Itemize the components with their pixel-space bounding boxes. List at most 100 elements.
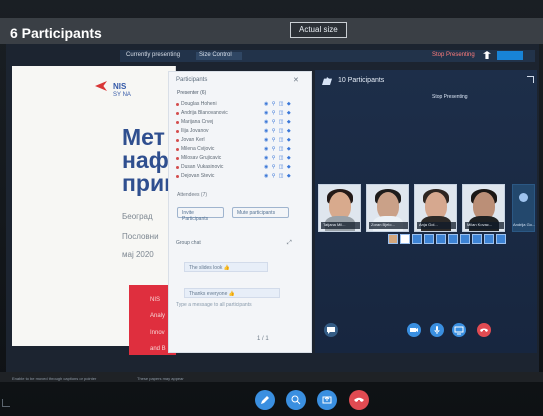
video-tile-name: Milan Kovac... bbox=[465, 222, 504, 229]
avatar-name: Andrija Go... bbox=[513, 222, 536, 227]
panel-footer: 1 / 1 bbox=[257, 336, 269, 342]
video-tile-name: Tatjana Mil... bbox=[321, 222, 360, 229]
thumbnail[interactable] bbox=[460, 234, 470, 244]
share-screen-icon[interactable] bbox=[452, 323, 466, 337]
hang-up-icon[interactable] bbox=[349, 390, 369, 410]
thumbnail[interactable] bbox=[472, 234, 482, 244]
microphone-icon[interactable] bbox=[430, 323, 444, 337]
participant-row[interactable]: Milena Cvijovic ◉ ⚲ ◫ ◆ bbox=[176, 146, 301, 154]
participant-controls[interactable]: ◉ ⚲ ◫ ◆ bbox=[264, 137, 298, 143]
participant-row[interactable]: Dusan Vukasinovic ◉ ⚲ ◫ ◆ bbox=[176, 164, 301, 172]
participant-row[interactable]: Dejovan Stevic ◉ ⚲ ◫ ◆ bbox=[176, 173, 301, 181]
bottom-status-left: Enable to be moved through captions or p… bbox=[12, 376, 97, 381]
share-icon[interactable] bbox=[317, 390, 337, 410]
presenting-label: Currently presenting bbox=[126, 52, 181, 58]
slide-red-text-3: Innov bbox=[150, 330, 165, 336]
participant-row[interactable]: Andrija Blanovanovic ◉ ⚲ ◫ ◆ bbox=[176, 110, 301, 118]
participant-controls[interactable]: ◉ ⚲ ◫ ◆ bbox=[264, 146, 298, 152]
collapse-icon[interactable] bbox=[527, 76, 534, 83]
slide-red-text-1: NIS bbox=[150, 297, 161, 303]
participant-row[interactable]: Jovan Kerl ◉ ⚲ ◫ ◆ bbox=[176, 137, 301, 145]
video-tile[interactable]: Milan Kovac... bbox=[462, 184, 505, 232]
participant-name: Milosav Grujicavic bbox=[181, 155, 222, 161]
chat-input[interactable]: Type a message to all participants bbox=[176, 302, 252, 308]
slide-logo-text: NIS bbox=[113, 82, 127, 91]
invite-participants-button[interactable]: Invite Participants bbox=[177, 207, 224, 222]
pen-icon[interactable] bbox=[255, 390, 275, 410]
presenter-section-title: Presenter (6) bbox=[177, 90, 207, 96]
corner-marker bbox=[2, 399, 10, 407]
status-dot-icon bbox=[176, 112, 179, 115]
chat-icon[interactable] bbox=[324, 323, 338, 337]
thumbnail[interactable] bbox=[424, 234, 434, 244]
participant-controls[interactable]: ◉ ⚲ ◫ ◆ bbox=[264, 173, 298, 179]
participant-name: Andrija Blanovanovic bbox=[181, 110, 228, 116]
status-dot-icon bbox=[176, 103, 179, 106]
participant-row[interactable]: Milosav Grujicavic ◉ ⚲ ◫ ◆ bbox=[176, 155, 301, 163]
participant-row[interactable]: Marijana Crvej ◉ ⚲ ◫ ◆ bbox=[176, 119, 301, 127]
avatar bbox=[519, 193, 528, 202]
status-dot-icon bbox=[176, 130, 179, 133]
thumbnail-strip bbox=[388, 234, 512, 244]
stage-title: 10 Participants bbox=[338, 77, 385, 84]
video-tile[interactable]: Anja Gol... bbox=[414, 184, 457, 232]
participant-name: Jovan Kerl bbox=[181, 137, 205, 143]
stage-controls bbox=[315, 320, 537, 348]
slide-red-text-4: and B bbox=[150, 346, 166, 352]
slide-logo-subtitle: SY NA bbox=[113, 92, 131, 98]
close-icon[interactable]: ✕ bbox=[293, 76, 299, 84]
participant-name: Douglas Hoheni bbox=[181, 101, 217, 107]
status-dot-icon bbox=[176, 166, 179, 169]
slide-red-text-2: Analy bbox=[150, 313, 166, 319]
thumbnail[interactable] bbox=[436, 234, 446, 244]
popout-icon[interactable]: ⤢ bbox=[287, 240, 292, 247]
video-tile[interactable]: Zoran Bjelo... bbox=[366, 184, 409, 232]
status-dot-icon bbox=[176, 148, 179, 151]
actual-size-button[interactable]: Actual size bbox=[290, 22, 347, 38]
thumbnail[interactable] bbox=[496, 234, 506, 244]
mute-participants-button[interactable]: Mute participants bbox=[232, 207, 289, 218]
participant-name: Dusan Vukasinovic bbox=[181, 164, 224, 170]
slide-text-line-3: мај 2020 bbox=[122, 250, 154, 259]
participant-controls[interactable]: ◉ ⚲ ◫ ◆ bbox=[264, 119, 298, 125]
slide-text-line-2: Пословни bbox=[122, 232, 159, 241]
participant-name: Marijana Crvej bbox=[181, 119, 214, 125]
participant-row[interactable]: Ilija Jovanov ◉ ⚲ ◫ ◆ bbox=[176, 128, 301, 136]
size-control-dropdown[interactable]: Size Control bbox=[196, 52, 242, 60]
thumbnail[interactable] bbox=[484, 234, 494, 244]
stop-presenting-button[interactable]: Stop Presenting bbox=[432, 52, 475, 58]
participant-name: Ilija Jovanov bbox=[181, 128, 209, 134]
end-call-icon[interactable] bbox=[477, 323, 491, 337]
thumbnail[interactable] bbox=[448, 234, 458, 244]
participant-controls[interactable]: ◉ ⚲ ◫ ◆ bbox=[264, 128, 298, 134]
participant-controls[interactable]: ◉ ⚲ ◫ ◆ bbox=[264, 101, 298, 107]
window-title: 6 Participants bbox=[10, 25, 102, 41]
participant-controls[interactable]: ◉ ⚲ ◫ ◆ bbox=[264, 155, 298, 161]
status-dot-icon bbox=[176, 175, 179, 178]
chat-title: Group chat bbox=[176, 240, 201, 246]
chat-message: Thanks everyone 👍 bbox=[184, 288, 280, 298]
slide-text-line-1: Београд bbox=[122, 212, 153, 221]
participant-name: Dejovan Stevic bbox=[181, 173, 215, 179]
participant-row[interactable]: Douglas Hoheni ◉ ⚲ ◫ ◆ bbox=[176, 101, 301, 109]
thumbnail[interactable] bbox=[400, 234, 410, 244]
status-dot-icon bbox=[176, 139, 179, 142]
chat-message: The slides look 👍 bbox=[184, 262, 268, 272]
video-tile-name: Anja Gol... bbox=[417, 222, 456, 229]
thumbnail[interactable] bbox=[388, 234, 398, 244]
video-tile-name: Zoran Bjelo... bbox=[369, 222, 408, 229]
video-tile[interactable]: Tatjana Mil... bbox=[318, 184, 361, 232]
attendees-section-title: Attendees (7) bbox=[177, 192, 208, 198]
status-dot-icon bbox=[176, 157, 179, 160]
video-icon[interactable] bbox=[407, 323, 421, 337]
participant-controls[interactable]: ◉ ⚲ ◫ ◆ bbox=[264, 110, 298, 116]
bottom-status-middle: These papers may appear bbox=[137, 376, 184, 381]
status-dot-icon bbox=[176, 121, 179, 124]
stage-stop-presenting[interactable]: Stop Presenting bbox=[432, 94, 468, 100]
thumbnail[interactable] bbox=[412, 234, 422, 244]
search-icon[interactable] bbox=[286, 390, 306, 410]
share-indicator-badge bbox=[497, 51, 523, 60]
participant-name: Milena Cvijovic bbox=[181, 146, 215, 152]
participant-controls[interactable]: ◉ ⚲ ◫ ◆ bbox=[264, 164, 298, 170]
panel-title: Participants bbox=[176, 77, 208, 83]
